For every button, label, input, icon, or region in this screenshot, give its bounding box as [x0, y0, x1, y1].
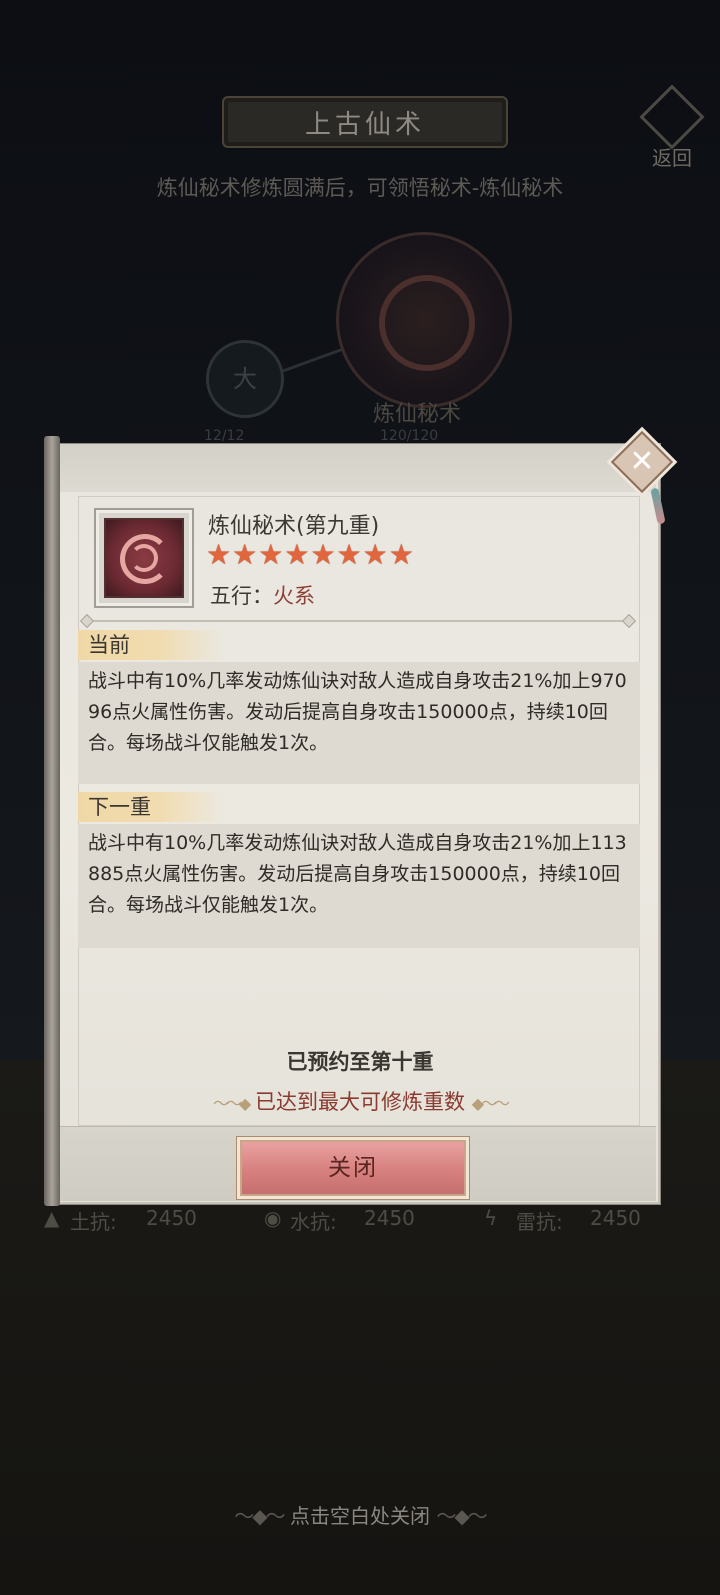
next-level-tag: 下一重 — [78, 792, 224, 822]
current-level-tag: 当前 — [78, 630, 224, 660]
skill-emblem-node[interactable] — [336, 232, 512, 408]
skill-node-small[interactable]: 大 — [206, 340, 284, 418]
modal-header-band — [58, 444, 656, 492]
star-icon: ★ — [388, 538, 414, 571]
element-value: 火系 — [273, 584, 315, 608]
current-level-description: 战斗中有10%几率发动炼仙诀对敌人造成自身攻击21%加上97096点火属性伤害。… — [88, 670, 627, 754]
resist-value-thunder: 2450 — [590, 1206, 641, 1230]
element-row: 五行：火系 — [210, 580, 315, 610]
reserved-status: 已预约至第十重 — [286, 1050, 434, 1074]
skill-icon-frame — [94, 508, 194, 608]
star-icon: ★ — [258, 538, 284, 571]
back-arrow-icon — [639, 84, 705, 150]
star-icon: ★ — [206, 538, 232, 571]
mountain-icon: ▲ — [44, 1206, 60, 1230]
swirl-emblem-icon — [379, 275, 475, 371]
page-title: 上古仙术 — [222, 96, 508, 148]
star-icon: ★ — [310, 538, 336, 571]
water-icon: ◉ — [264, 1206, 282, 1230]
resist-label-earth: 土抗: — [70, 1210, 117, 1234]
resist-label-thunder: 雷抗: — [516, 1210, 563, 1234]
max-level-notice: 已达到最大可修炼重数 — [255, 1090, 465, 1114]
tap-to-close-hint[interactable]: ～◆～ 点击空白处关闭 ～◆～ — [0, 1500, 720, 1529]
current-level-box: 战斗中有10%几率发动炼仙诀对敌人造成自身攻击21%加上97096点火属性伤害。… — [78, 662, 640, 784]
section-divider — [86, 620, 630, 622]
next-level-description: 战斗中有10%几率发动炼仙诀对敌人造成自身攻击21%加上113885点火属性伤害… — [88, 832, 627, 916]
close-icon: ✕ — [629, 444, 655, 479]
element-label: 五行： — [210, 584, 273, 608]
star-icon: ★ — [336, 538, 362, 571]
ornament-left-icon: ～◆～ — [234, 1504, 285, 1528]
max-level-row: ～～◆ 已达到最大可修炼重数 ◆～～ — [0, 1086, 720, 1116]
skill-tree-hint: 炼仙秘术修炼圆满后，可领悟秘术-炼仙秘术 — [156, 176, 564, 200]
emblem-count: 120/120 — [380, 428, 439, 444]
resistance-row: ▲ 土抗: 2450 ◉ 水抗: 2450 ϟ 雷抗: 2450 — [44, 1206, 684, 1236]
skill-node-count: 12/12 — [204, 428, 245, 444]
resist-label-water: 水抗: — [290, 1210, 337, 1234]
ornament-right-icon: ～◆～ — [436, 1504, 487, 1528]
back-button[interactable]: 返回 — [639, 84, 705, 170]
skill-name: 炼仙秘术(第九重) — [208, 514, 380, 539]
resist-value-earth: 2450 — [146, 1206, 197, 1230]
close-button[interactable]: 关闭 — [240, 1140, 466, 1196]
fire-swirl-icon — [104, 518, 184, 598]
emblem-name: 炼仙秘术 — [372, 402, 461, 427]
skill-stars: ★ ★ ★ ★ ★ ★ ★ ★ — [206, 540, 414, 570]
lightning-icon: ϟ — [484, 1206, 498, 1230]
tap-to-close-label: 点击空白处关闭 — [290, 1504, 430, 1528]
ornament-right-icon: ◆～～ — [471, 1094, 510, 1113]
star-icon: ★ — [362, 538, 388, 571]
star-icon: ★ — [232, 538, 258, 571]
resist-value-water: 2450 — [364, 1206, 415, 1230]
ornament-left-icon: ～～◆ — [213, 1094, 251, 1113]
skill-node-glyph: 大 — [233, 365, 257, 393]
star-icon: ★ — [284, 538, 310, 571]
next-level-box: 战斗中有10%几率发动炼仙诀对敌人造成自身攻击21%加上113885点火属性伤害… — [78, 824, 640, 948]
